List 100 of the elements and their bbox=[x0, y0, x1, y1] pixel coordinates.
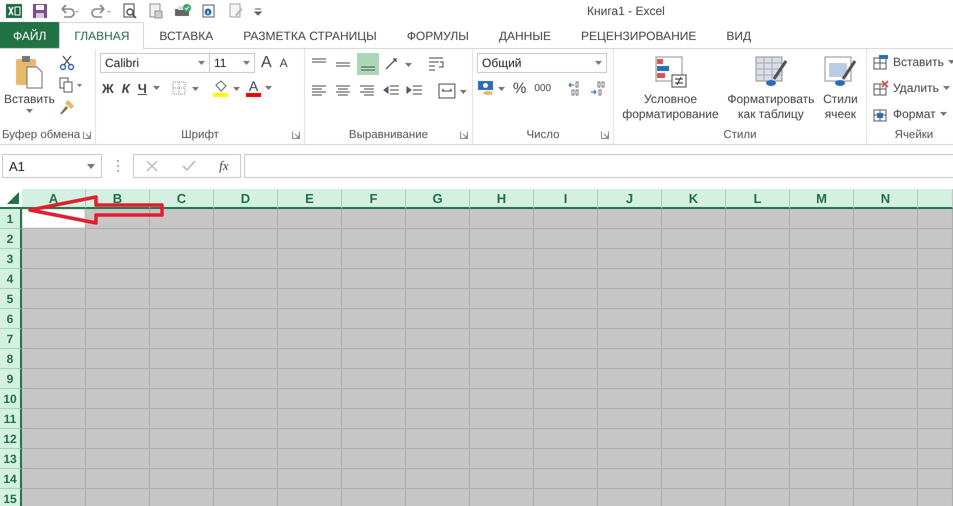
dialog-launcher-icon[interactable] bbox=[292, 131, 300, 139]
styles-button[interactable]: Стили ячеек bbox=[821, 53, 860, 124]
font-color-button[interactable]: A bbox=[246, 79, 262, 97]
grid-cell[interactable] bbox=[150, 249, 214, 269]
cells-button[interactable]: Формат bbox=[871, 104, 953, 124]
grid-cell[interactable] bbox=[406, 369, 470, 389]
grid-cell[interactable] bbox=[918, 289, 953, 309]
row-header[interactable]: 9 bbox=[0, 369, 22, 389]
row-header[interactable]: 8 bbox=[0, 349, 22, 369]
grid-cell[interactable] bbox=[918, 469, 953, 489]
grid-cell[interactable] bbox=[150, 309, 214, 329]
grid-cell[interactable] bbox=[534, 269, 598, 289]
row-header[interactable]: 7 bbox=[0, 329, 22, 349]
grid-cell[interactable] bbox=[726, 489, 790, 506]
grid-cell[interactable] bbox=[854, 389, 918, 409]
grid-cell[interactable] bbox=[22, 449, 86, 469]
grid-cell[interactable] bbox=[534, 489, 598, 506]
document-icon[interactable] bbox=[148, 3, 164, 19]
file-tab[interactable]: ФАЙЛ bbox=[0, 22, 60, 48]
grid-cell[interactable] bbox=[406, 489, 470, 506]
grid-cell[interactable] bbox=[662, 389, 726, 409]
grid-cell[interactable] bbox=[278, 289, 342, 309]
column-header[interactable]: J bbox=[598, 189, 662, 209]
grid-cell[interactable] bbox=[150, 229, 214, 249]
row-header[interactable]: 5 bbox=[0, 289, 22, 309]
currency-icon[interactable] bbox=[477, 79, 507, 97]
grid-cell[interactable] bbox=[214, 369, 278, 389]
grid-cell[interactable] bbox=[598, 209, 662, 229]
grid-cell[interactable] bbox=[662, 369, 726, 389]
name-box[interactable]: A1 bbox=[2, 154, 102, 178]
grid-cell[interactable] bbox=[214, 289, 278, 309]
grid-cell[interactable] bbox=[342, 269, 406, 289]
copy-icon[interactable] bbox=[58, 77, 83, 93]
grid-cell[interactable] bbox=[534, 369, 598, 389]
grid-cell[interactable] bbox=[726, 429, 790, 449]
grid-cell[interactable] bbox=[214, 329, 278, 349]
grid-cell[interactable] bbox=[854, 289, 918, 309]
row-header[interactable]: 4 bbox=[0, 269, 22, 289]
grid-cell[interactable] bbox=[278, 429, 342, 449]
grid-cell[interactable] bbox=[918, 229, 953, 249]
grid-cell[interactable] bbox=[342, 429, 406, 449]
grid-cell[interactable] bbox=[342, 449, 406, 469]
grid-cell[interactable] bbox=[150, 449, 214, 469]
grid-cell[interactable] bbox=[790, 249, 854, 269]
grid-cell[interactable] bbox=[86, 449, 150, 469]
grid-cell[interactable] bbox=[918, 269, 953, 289]
bold-button[interactable]: Ж bbox=[100, 80, 116, 96]
grid-cell[interactable] bbox=[726, 349, 790, 369]
grid-cell[interactable] bbox=[86, 369, 150, 389]
grid-cell[interactable] bbox=[214, 409, 278, 429]
grid-cell[interactable] bbox=[854, 409, 918, 429]
grid-cell[interactable] bbox=[918, 249, 953, 269]
grid-cell[interactable] bbox=[406, 309, 470, 329]
grid-cell[interactable] bbox=[790, 449, 854, 469]
grid-cell[interactable] bbox=[854, 469, 918, 489]
column-header[interactable]: I bbox=[534, 189, 598, 209]
grid-cell[interactable] bbox=[470, 329, 534, 349]
grid-cell[interactable] bbox=[22, 349, 86, 369]
drag-handle-icon[interactable] bbox=[116, 159, 120, 173]
grid-cell[interactable] bbox=[406, 249, 470, 269]
grid-cell[interactable] bbox=[790, 469, 854, 489]
grid-cell[interactable] bbox=[278, 309, 342, 329]
grid-cell[interactable] bbox=[598, 389, 662, 409]
grid-cell[interactable] bbox=[470, 369, 534, 389]
ribbon-tab[interactable]: РАЗМЕТКА СТРАНИЦЫ bbox=[228, 22, 392, 48]
grid-cell[interactable] bbox=[790, 309, 854, 329]
grid-cell[interactable] bbox=[662, 309, 726, 329]
font-name-field[interactable]: Calibri bbox=[100, 53, 210, 73]
grid-cell[interactable] bbox=[598, 289, 662, 309]
styles-button[interactable]: Условное форматирование bbox=[620, 53, 721, 124]
grid-cell[interactable] bbox=[150, 209, 214, 229]
column-header[interactable]: N bbox=[854, 189, 918, 209]
grid-cell[interactable] bbox=[22, 229, 86, 249]
grid-cell[interactable] bbox=[214, 229, 278, 249]
grid-cell[interactable] bbox=[86, 229, 150, 249]
grid-cell[interactable] bbox=[854, 429, 918, 449]
font-size-field[interactable]: 11 bbox=[209, 53, 255, 73]
grid-cell[interactable] bbox=[278, 249, 342, 269]
grid-cell[interactable] bbox=[598, 269, 662, 289]
merge-cells-icon[interactable] bbox=[438, 81, 468, 101]
grid-cell[interactable] bbox=[214, 209, 278, 229]
caret-icon[interactable] bbox=[198, 61, 205, 65]
grid-cell[interactable] bbox=[22, 429, 86, 449]
grid-cell[interactable] bbox=[22, 369, 86, 389]
column-header[interactable]: H bbox=[470, 189, 534, 209]
grid-cell[interactable] bbox=[854, 449, 918, 469]
grid-cell[interactable] bbox=[790, 389, 854, 409]
grid-cell[interactable] bbox=[150, 329, 214, 349]
grid-cell[interactable] bbox=[918, 389, 953, 409]
grid-cell[interactable] bbox=[470, 389, 534, 409]
grid-cell[interactable] bbox=[278, 369, 342, 389]
grid-cell[interactable] bbox=[726, 249, 790, 269]
column-header[interactable]: D bbox=[214, 189, 278, 209]
grid-cell[interactable] bbox=[86, 349, 150, 369]
grid-cell[interactable] bbox=[726, 229, 790, 249]
grid-cell[interactable] bbox=[470, 429, 534, 449]
grid-cell[interactable] bbox=[150, 289, 214, 309]
grid-cell[interactable] bbox=[86, 389, 150, 409]
grid-cell[interactable] bbox=[662, 469, 726, 489]
grid-cell[interactable] bbox=[790, 349, 854, 369]
